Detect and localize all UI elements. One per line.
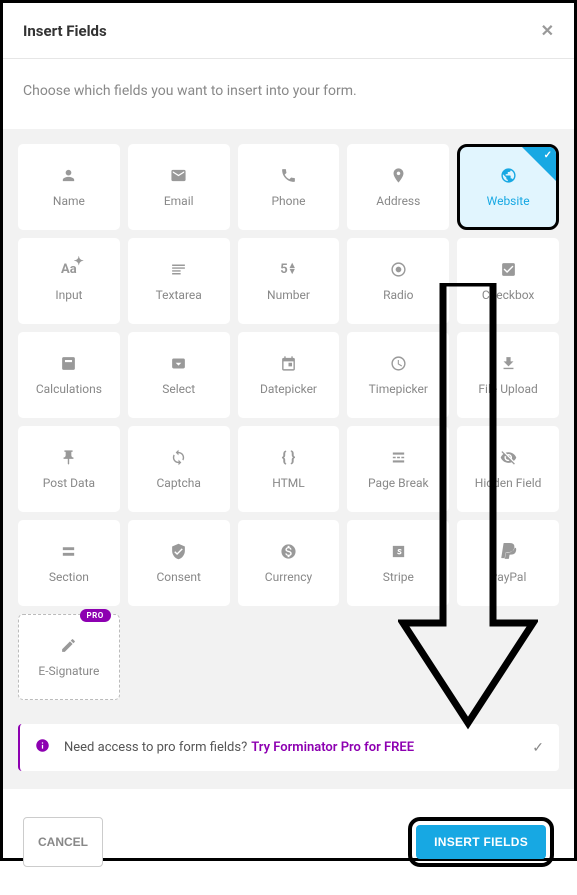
field-label: Radio (383, 288, 413, 302)
pagebreak-icon (390, 448, 407, 466)
shield-check-icon (170, 542, 187, 560)
field-textarea[interactable]: Textarea (128, 238, 230, 324)
field-label: File Upload (478, 382, 537, 396)
field-website[interactable]: ✓ Website (457, 144, 559, 230)
field-label: Website (487, 194, 530, 208)
field-label: Captcha (156, 476, 200, 490)
field-email[interactable]: Email (128, 144, 230, 230)
phone-icon (280, 166, 297, 184)
field-label: Hidden Field (475, 476, 542, 490)
field-currency[interactable]: Currency (238, 520, 340, 606)
modal-title: Insert Fields (23, 22, 107, 40)
cancel-button[interactable]: CANCEL (23, 817, 103, 867)
field-label: Phone (271, 194, 305, 208)
globe-icon (500, 166, 517, 184)
field-label: Checkbox (482, 288, 535, 302)
field-label: Currency (265, 570, 312, 584)
field-phone[interactable]: Phone (238, 144, 340, 230)
field-html[interactable]: { } HTML (238, 426, 340, 512)
pencil-icon (60, 636, 77, 654)
notice-text: Need access to pro form fields? (64, 740, 247, 755)
field-checkbox[interactable]: Checkbox (457, 238, 559, 324)
field-pagebreak[interactable]: Page Break (347, 426, 449, 512)
field-number[interactable]: 5 ▲▼ Number (238, 238, 340, 324)
field-label: Email (164, 194, 194, 208)
field-esignature[interactable]: PRO E-Signature (18, 614, 120, 700)
field-datepicker[interactable]: Datepicker (238, 332, 340, 418)
field-section[interactable]: Section (18, 520, 120, 606)
field-label: Stripe (383, 570, 414, 584)
field-calculations[interactable]: Calculations (18, 332, 120, 418)
field-label: HTML (272, 476, 305, 490)
field-input[interactable]: Aa✦ Input (18, 238, 120, 324)
field-label: Datepicker (260, 382, 317, 396)
field-hiddenfield[interactable]: Hidden Field (457, 426, 559, 512)
field-stripe[interactable]: Stripe (347, 520, 449, 606)
checkbox-icon (500, 260, 517, 278)
currency-icon (280, 542, 297, 560)
modal-header: Insert Fields ✕ (3, 3, 574, 59)
field-label: Name (53, 194, 85, 208)
modal-footer: CANCEL INSERT FIELDS (3, 789, 574, 895)
field-label: Section (49, 570, 89, 584)
input-icon: Aa✦ (61, 260, 77, 278)
field-captcha[interactable]: Captcha (128, 426, 230, 512)
download-icon (500, 354, 517, 372)
section-icon (60, 542, 77, 560)
pro-notice: Need access to pro form fields? Try Form… (18, 724, 559, 771)
field-label: Calculations (36, 382, 102, 396)
pro-badge: PRO (80, 609, 111, 622)
field-label: PayPal (490, 570, 527, 584)
insert-fields-button[interactable]: INSERT FIELDS (416, 825, 546, 859)
eye-off-icon (500, 448, 517, 466)
field-timepicker[interactable]: Timepicker (347, 332, 449, 418)
field-label: Consent (157, 570, 201, 584)
insert-button-highlight: INSERT FIELDS (408, 817, 554, 867)
field-label: Input (55, 288, 82, 302)
field-select[interactable]: Select (128, 332, 230, 418)
email-icon (170, 166, 187, 184)
notice-link[interactable]: Try Forminator Pro for FREE (251, 740, 414, 755)
field-label: Page Break (368, 476, 429, 490)
field-fileupload[interactable]: File Upload (457, 332, 559, 418)
info-icon (35, 738, 50, 757)
modal-subtitle: Choose which fields you want to insert i… (3, 59, 574, 129)
number-icon: 5 ▲▼ (280, 260, 296, 278)
clock-icon (390, 354, 407, 372)
field-label: Address (376, 194, 420, 208)
radio-icon (390, 260, 407, 278)
field-consent[interactable]: Consent (128, 520, 230, 606)
close-icon[interactable]: ✕ (541, 21, 554, 40)
field-radio[interactable]: Radio (347, 238, 449, 324)
calculator-icon (60, 354, 77, 372)
code-icon: { } (282, 448, 296, 466)
field-paypal[interactable]: PayPal (457, 520, 559, 606)
field-postdata[interactable]: Post Data (18, 426, 120, 512)
person-icon (60, 166, 77, 184)
field-label: Post Data (43, 476, 95, 490)
field-label: Number (267, 288, 310, 302)
location-icon (390, 166, 407, 184)
textarea-icon (170, 260, 187, 278)
check-icon: ✓ (544, 150, 552, 161)
refresh-icon (170, 448, 187, 466)
field-label: Timepicker (369, 382, 428, 396)
paypal-icon (500, 542, 517, 560)
select-icon (170, 354, 187, 372)
field-name[interactable]: Name (18, 144, 120, 230)
calendar-icon (280, 354, 297, 372)
fields-section: Name Email Phone Address (3, 129, 574, 789)
pin-icon (60, 448, 77, 466)
stripe-icon (390, 542, 407, 560)
field-label: Select (162, 382, 195, 396)
check-icon: ✓ (532, 740, 544, 756)
field-label: Textarea (156, 288, 202, 302)
field-label: E-Signature (38, 664, 99, 678)
field-address[interactable]: Address (347, 144, 449, 230)
